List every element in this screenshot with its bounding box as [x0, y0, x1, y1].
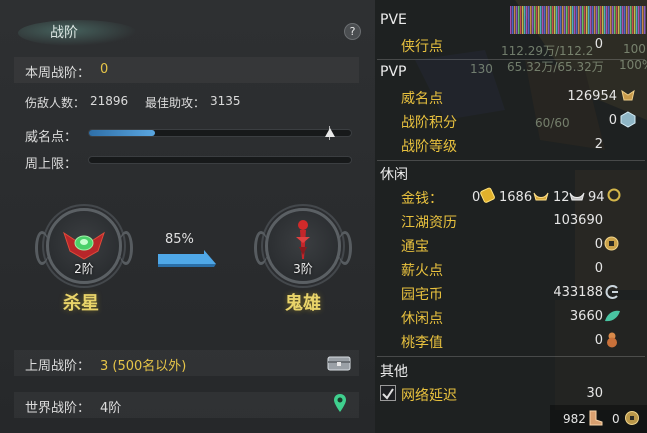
checkmark-icon — [382, 388, 394, 400]
weekly-cap-label: 周上限： — [25, 157, 78, 172]
section-other-title: 其他 — [380, 364, 408, 380]
last-week-label: 上周战阶： — [25, 359, 91, 374]
bg-level-text: 130 — [470, 62, 493, 76]
weekly-rank-value: 0 — [100, 62, 109, 77]
section-leisure-title: 休闲 — [380, 167, 408, 183]
prestige-label: 威名点： — [25, 130, 78, 145]
pvp-item-prestige-value: 126954 — [567, 89, 617, 104]
rank-points-icon — [620, 111, 636, 128]
gourd-icon — [607, 332, 617, 348]
leisure-item-xiuxian: 休闲点 — [401, 311, 443, 327]
currency-panel: 112.29万/112.2 65.32万/65.32万 130 60/60 10… — [375, 0, 647, 433]
current-rank-name: 杀星 — [63, 293, 99, 314]
progress-percent: 85% — [165, 232, 194, 247]
other-item-latency-value: 30 — [586, 386, 603, 401]
next-rank-level: 3阶 — [293, 262, 313, 276]
leisure-item-yuanzhai-value: 433188 — [553, 285, 603, 300]
last-week-value: 3 (500名以外) — [100, 359, 187, 374]
panel-title: 战阶 — [50, 25, 78, 41]
map-pin-icon[interactable] — [333, 393, 347, 413]
next-rank-name: 鬼雄 — [285, 293, 321, 314]
leisure-money-label: 金钱： — [401, 191, 443, 207]
kills-label: 伤敌人数： — [25, 96, 86, 110]
panel-header: 战阶 ? — [0, 0, 375, 48]
coin-icon — [607, 188, 621, 202]
help-icon[interactable]: ? — [344, 23, 361, 40]
leisure-item-tongbao-value: 0 — [594, 237, 603, 252]
leisure-item-jianghu-value: 103690 — [553, 213, 603, 228]
prestige-bar — [88, 129, 352, 137]
progress-arrow-icon — [158, 250, 216, 267]
money-coin-value: 94 — [588, 190, 605, 205]
pvp-item-rank-level: 战阶等级 — [401, 139, 457, 155]
footer-value-1: 982 — [563, 412, 586, 426]
leisure-item-jianghu: 江湖资历 — [401, 215, 457, 231]
world-rank-label: 世界战阶： — [25, 401, 91, 416]
weekly-rank-label: 本周战阶： — [25, 66, 91, 81]
next-rank-emblem[interactable]: 3阶 — [254, 208, 352, 284]
bg-stamina-text: 60/60 — [535, 116, 570, 130]
leisure-item-yuanzhai: 园宅币 — [401, 287, 443, 303]
bg-percent-a: 100 — [623, 42, 646, 56]
world-rank-value: 4阶 — [100, 401, 122, 416]
boot-icon — [589, 410, 603, 426]
tongbao-coin-icon — [604, 236, 619, 251]
pvp-item-rank-level-value: 2 — [594, 137, 603, 152]
silver-ingot-icon — [533, 192, 549, 201]
status-stripe — [510, 6, 646, 34]
section-pve-title: PVE — [380, 12, 407, 28]
chest-icon[interactable] — [327, 354, 351, 372]
copper-ingot-icon — [569, 192, 585, 201]
yuanzhai-coin-icon — [605, 285, 618, 299]
pvp-item-rank-points-value: 0 — [608, 113, 617, 128]
prestige-marker-icon — [325, 128, 335, 137]
prestige-icon — [621, 89, 635, 101]
pvp-item-rank-points: 战阶积分 — [401, 115, 457, 131]
gold-ingot-icon — [480, 187, 495, 203]
pve-item-xiaxing: 侠行点 — [401, 39, 443, 55]
money-copper-value: 12 — [553, 190, 570, 205]
header-glow — [18, 20, 138, 46]
leisure-item-taoli-value: 0 — [594, 333, 603, 348]
footer-coin-icon — [625, 411, 639, 425]
current-rank-level: 2阶 — [74, 262, 94, 276]
network-latency-checkbox[interactable] — [380, 385, 396, 401]
other-item-latency: 网络延迟 — [401, 388, 457, 404]
weekly-cap-bar — [88, 156, 352, 164]
pvp-item-prestige: 威名点 — [401, 91, 443, 107]
bg-mp-text: 65.32万/65.32万 — [507, 60, 604, 74]
pve-item-xiaxing-value: 0 — [594, 37, 603, 52]
bg-hp-text: 112.29万/112.2 — [501, 44, 594, 58]
section-pvp-title: PVP — [380, 64, 407, 80]
leisure-item-tongbao: 通宝 — [401, 239, 429, 255]
leisure-item-taoli: 桃李值 — [401, 335, 443, 351]
leisure-item-xinhuo-value: 0 — [594, 261, 603, 276]
kills-value: 21896 — [90, 94, 129, 108]
money-silver-value: 1686 — [499, 190, 533, 205]
leisure-item-xinhuo: 薪火点 — [401, 263, 443, 279]
bg-percent-b: 100% — [619, 58, 647, 72]
combat-rank-panel: 战阶 ? 本周战阶： 0 伤敌人数： 21896 最佳助攻： 3135 威名点：… — [0, 0, 375, 433]
assist-value: 3135 — [210, 94, 241, 108]
footer-value-2: 0 — [612, 412, 620, 426]
prestige-bar-fill — [89, 130, 155, 136]
current-rank-emblem[interactable]: 2阶 — [35, 208, 133, 284]
assist-label: 最佳助攻： — [145, 96, 206, 110]
leaf-icon — [605, 310, 620, 322]
leisure-item-xiuxian-value: 3660 — [569, 309, 603, 324]
